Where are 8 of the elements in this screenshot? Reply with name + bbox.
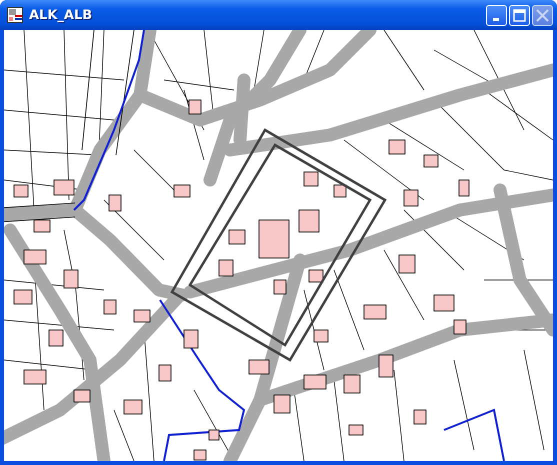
maximize-icon bbox=[513, 8, 526, 22]
close-icon bbox=[536, 8, 549, 22]
close-button[interactable] bbox=[532, 4, 553, 26]
window-title: ALK_ALB bbox=[29, 8, 94, 22]
minimize-icon bbox=[492, 18, 498, 20]
maximize-button[interactable] bbox=[509, 4, 530, 26]
map-app-icon bbox=[7, 7, 23, 23]
minimize-button[interactable] bbox=[486, 4, 507, 26]
